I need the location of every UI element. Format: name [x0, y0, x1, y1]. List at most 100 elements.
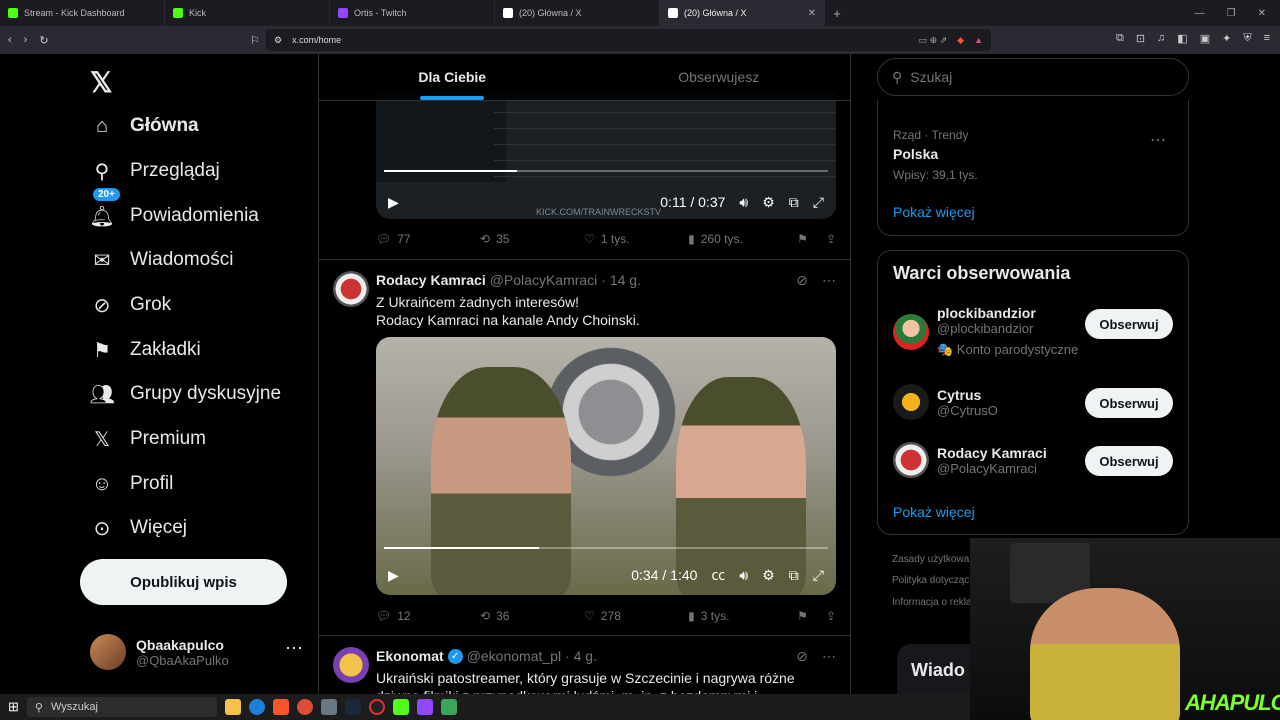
footer-link[interactable]: Polityka dotycząc [892, 575, 969, 586]
app-icon[interactable] [440, 699, 457, 715]
follow-button[interactable]: Obserwuj [1085, 309, 1173, 339]
tab-following[interactable]: Obserwujesz [586, 54, 851, 100]
post-time[interactable]: · 14 g. [601, 272, 641, 288]
post-button[interactable]: Opublikuj wpis [80, 559, 287, 605]
share-icon[interactable]: ⇪ [826, 232, 836, 246]
settings-icon[interactable]: ⚙ [762, 567, 775, 584]
grok-icon[interactable]: ⊘ [796, 272, 808, 289]
more-dots-icon[interactable]: ⋯ [822, 648, 836, 665]
extensions-icon[interactable]: ⧉ [1116, 32, 1124, 45]
screenshot-icon[interactable]: ⊡ [1136, 32, 1145, 45]
author-handle[interactable]: @PolacyKamraci [490, 272, 598, 288]
nav-communities[interactable]: 👥︎ Grupy dyskusyjne [89, 382, 281, 406]
captions-icon[interactable]: ㏄ [711, 565, 725, 585]
post[interactable]: Rodacy Kamraci @PolacyKamraci · 14 g. ⊘ ⋯… [319, 259, 850, 635]
reload-icon[interactable]: ↻ [39, 34, 48, 47]
page-actions-icons[interactable]: ▭ ⊕ ⇗ [919, 35, 948, 46]
close-tab-icon[interactable]: ✕ [808, 8, 816, 19]
views-button[interactable]: ▮ 3 tys. [688, 609, 797, 623]
edge-icon[interactable] [248, 699, 265, 715]
avatar[interactable] [333, 271, 369, 307]
browser-tab-x-2[interactable]: (20) Główna / X ✕ [660, 0, 825, 26]
like-button[interactable]: ♡ 278 [584, 609, 688, 623]
repost-button[interactable]: ⟲ 35 [480, 232, 584, 246]
app-icon[interactable] [320, 699, 337, 715]
chrome-icon[interactable] [296, 699, 313, 715]
new-tab-icon[interactable]: + [825, 6, 849, 21]
post-video[interactable]: ▶ 0:34 / 1:40 ㏄ 🔊︎ ⚙ ⧉ ⤢ [376, 337, 836, 595]
nav-messages[interactable]: ✉ Wiadomości [90, 248, 234, 272]
search-input[interactable]: ⚲ Szukaj [877, 58, 1189, 96]
suggested-user[interactable]: Rodacy Kamraci @PolacyKamraci [893, 442, 1047, 478]
repost-button[interactable]: ⟲ 36 [480, 609, 584, 623]
follow-button[interactable]: Obserwuj [1085, 446, 1173, 476]
author-name[interactable]: Ekonomat [376, 648, 444, 664]
forward-icon[interactable]: › [24, 34, 28, 46]
streaming-app-icon[interactable] [416, 699, 433, 715]
pip-icon[interactable]: ⧉ [789, 194, 799, 211]
like-button[interactable]: ♡ 1 tys. [584, 232, 688, 246]
brave-shield-icon[interactable]: ◆ [957, 35, 964, 46]
suggested-user[interactable]: plockibandzior @plockibandzior 🎭 Konto p… [893, 305, 1078, 358]
trend-item[interactable]: Rząd · Trendy Polska Wpisy: 39,1 tys. [893, 128, 978, 182]
brave-rewards-icon[interactable]: ▲ [974, 35, 983, 45]
grok-icon[interactable]: ⊘ [796, 648, 808, 665]
nav-premium[interactable]: 𝕏 Premium [90, 427, 206, 451]
show-more-link[interactable]: Pokaż więcej [893, 504, 975, 520]
suggested-user[interactable]: Cytrus @CytrusO [893, 384, 998, 420]
reply-button[interactable]: 💬︎ 12 [376, 609, 480, 623]
follow-button[interactable]: Obserwuj [1085, 388, 1173, 418]
author-handle[interactable]: @ekonomat_pl [467, 648, 561, 664]
fullscreen-icon[interactable]: ⤢ [813, 567, 824, 584]
pip-icon[interactable]: ⧉ [789, 567, 799, 584]
bookmark-icon[interactable]: ⚑ [797, 609, 808, 623]
browser-tab-twitch[interactable]: Ortis - Twitch [330, 0, 495, 26]
obs-icon[interactable] [368, 699, 385, 715]
nav-home[interactable]: ⌂ Główna [90, 114, 199, 138]
author-name[interactable]: Rodacy Kamraci [376, 272, 486, 288]
browser-tab-x-1[interactable]: (20) Główna / X [495, 0, 660, 26]
post[interactable]: Ekonomat ✓ @ekonomat_pl · 4 g. ⊘ ⋯ Ukraiń… [319, 635, 850, 694]
fullscreen-icon[interactable]: ⤢ [813, 194, 824, 211]
maximize-icon[interactable]: ❐ [1227, 8, 1236, 19]
nav-bookmarks[interactable]: ⚑ Zakładki [90, 338, 201, 362]
media-icon[interactable]: ♫ [1157, 32, 1165, 45]
address-bar[interactable]: ⚙ x.com/home ▭ ⊕ ⇗ ◆ ▲ [266, 29, 991, 51]
play-icon[interactable]: ▶ [388, 194, 399, 211]
browser-tab-kick[interactable]: Kick [165, 0, 330, 26]
windows-start-icon[interactable]: ⊞ [8, 699, 19, 715]
avatar[interactable] [333, 647, 369, 683]
browser-tab-kick-dashboard[interactable]: Stream - Kick Dashboard [0, 0, 165, 26]
bookmark-icon[interactable]: ⚑ [797, 232, 808, 246]
menu-icon[interactable]: ≡ [1264, 32, 1270, 45]
taskbar-search[interactable]: ⚲ Wyszukaj [26, 697, 217, 717]
footer-link[interactable]: Informacja o rekla [892, 597, 971, 608]
video-progress[interactable] [384, 547, 828, 549]
back-icon[interactable]: ‹ [8, 34, 12, 46]
bookmark-page-icon[interactable]: ⚐ [250, 34, 260, 47]
show-more-link[interactable]: Pokaż więcej [893, 204, 975, 220]
reply-button[interactable]: 💬︎ 77 [376, 232, 480, 246]
kick-icon[interactable] [392, 699, 409, 715]
vpn-icon[interactable]: ⛨ [1243, 32, 1251, 45]
nav-explore[interactable]: ⚲ Przeglądaj [90, 159, 220, 183]
ai-icon[interactable]: ✦ [1222, 32, 1231, 45]
more-dots-icon[interactable]: ⋯ [285, 638, 303, 659]
nav-notifications[interactable]: 🔔︎ 20+ Powiadomienia [89, 188, 259, 228]
brave-icon[interactable] [272, 699, 289, 715]
share-icon[interactable]: ⇪ [826, 609, 836, 623]
volume-icon[interactable]: 🔊︎ [739, 567, 748, 584]
account-switcher[interactable]: Qbaakapulco @QbaAkaPulko ⋯ [90, 634, 303, 670]
nav-grok[interactable]: ⊘ Grok [90, 293, 172, 317]
nav-more[interactable]: ⊙ Więcej [90, 516, 187, 540]
sidebar-icon[interactable]: ◧ [1177, 32, 1187, 45]
wallet-icon[interactable]: ▣ [1200, 32, 1210, 45]
nav-profile[interactable]: ☺ Profil [90, 472, 174, 496]
x-logo-icon[interactable]: 𝕏 [90, 66, 113, 99]
more-dots-icon[interactable]: ⋯ [822, 272, 836, 289]
minimize-icon[interactable]: — [1195, 8, 1205, 19]
play-icon[interactable]: ▶ [388, 567, 399, 584]
tab-for-you[interactable]: Dla Ciebie [319, 54, 586, 100]
post-time[interactable]: · 4 g. [565, 648, 597, 664]
site-info-icon[interactable]: ⚙ [274, 35, 282, 46]
